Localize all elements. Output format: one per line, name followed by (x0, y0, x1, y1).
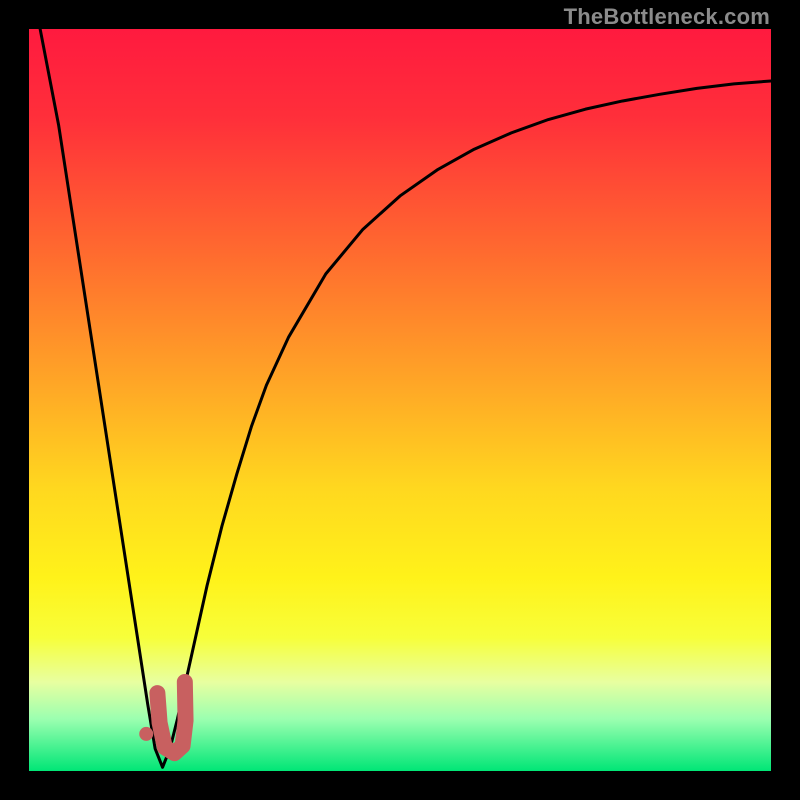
chart-frame: TheBottleneck.com (0, 0, 800, 800)
minimum-marker-dot (139, 727, 153, 741)
bottleneck-chart (29, 29, 771, 771)
watermark-text: TheBottleneck.com (564, 4, 770, 30)
